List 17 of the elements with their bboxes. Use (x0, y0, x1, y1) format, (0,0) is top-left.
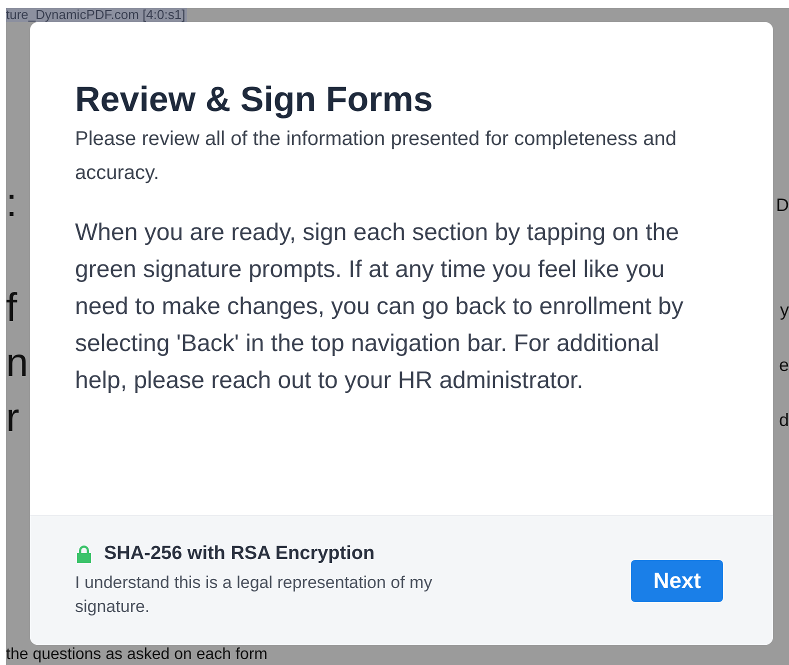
document-text: f (6, 285, 18, 331)
document-text: d (778, 409, 789, 431)
instructions-text: When you are ready, sign each section by tapping on the green signature prompts. If at any time you feel like you need to make changes, you can go back to enrollment by selecting 'Back' in the top navigation bar. For additional help, please reach out to your HR administrator. (75, 218, 684, 396)
document-text: r (6, 395, 20, 441)
dialog-title: Review & Sign Forms (75, 80, 434, 120)
document-header: ture_DynamicPDF.com [4:0:s1] (6, 8, 188, 22)
intro-text: Please review all of the information presented for completeness and accuracy. (75, 127, 678, 186)
lock-icon (75, 544, 93, 562)
document-text: D (776, 194, 789, 216)
document-text: : (6, 180, 18, 226)
security-label: SHA-256 with RSA Encryption (104, 542, 375, 564)
document-text: e (778, 354, 789, 376)
document-text: the questions as asked on each form (6, 646, 268, 664)
document-text: y (780, 299, 789, 321)
document-text: n (6, 340, 28, 386)
next-button[interactable]: Next (631, 560, 723, 602)
consent-text: I understand this is a legal representation of my signature. (75, 572, 434, 618)
